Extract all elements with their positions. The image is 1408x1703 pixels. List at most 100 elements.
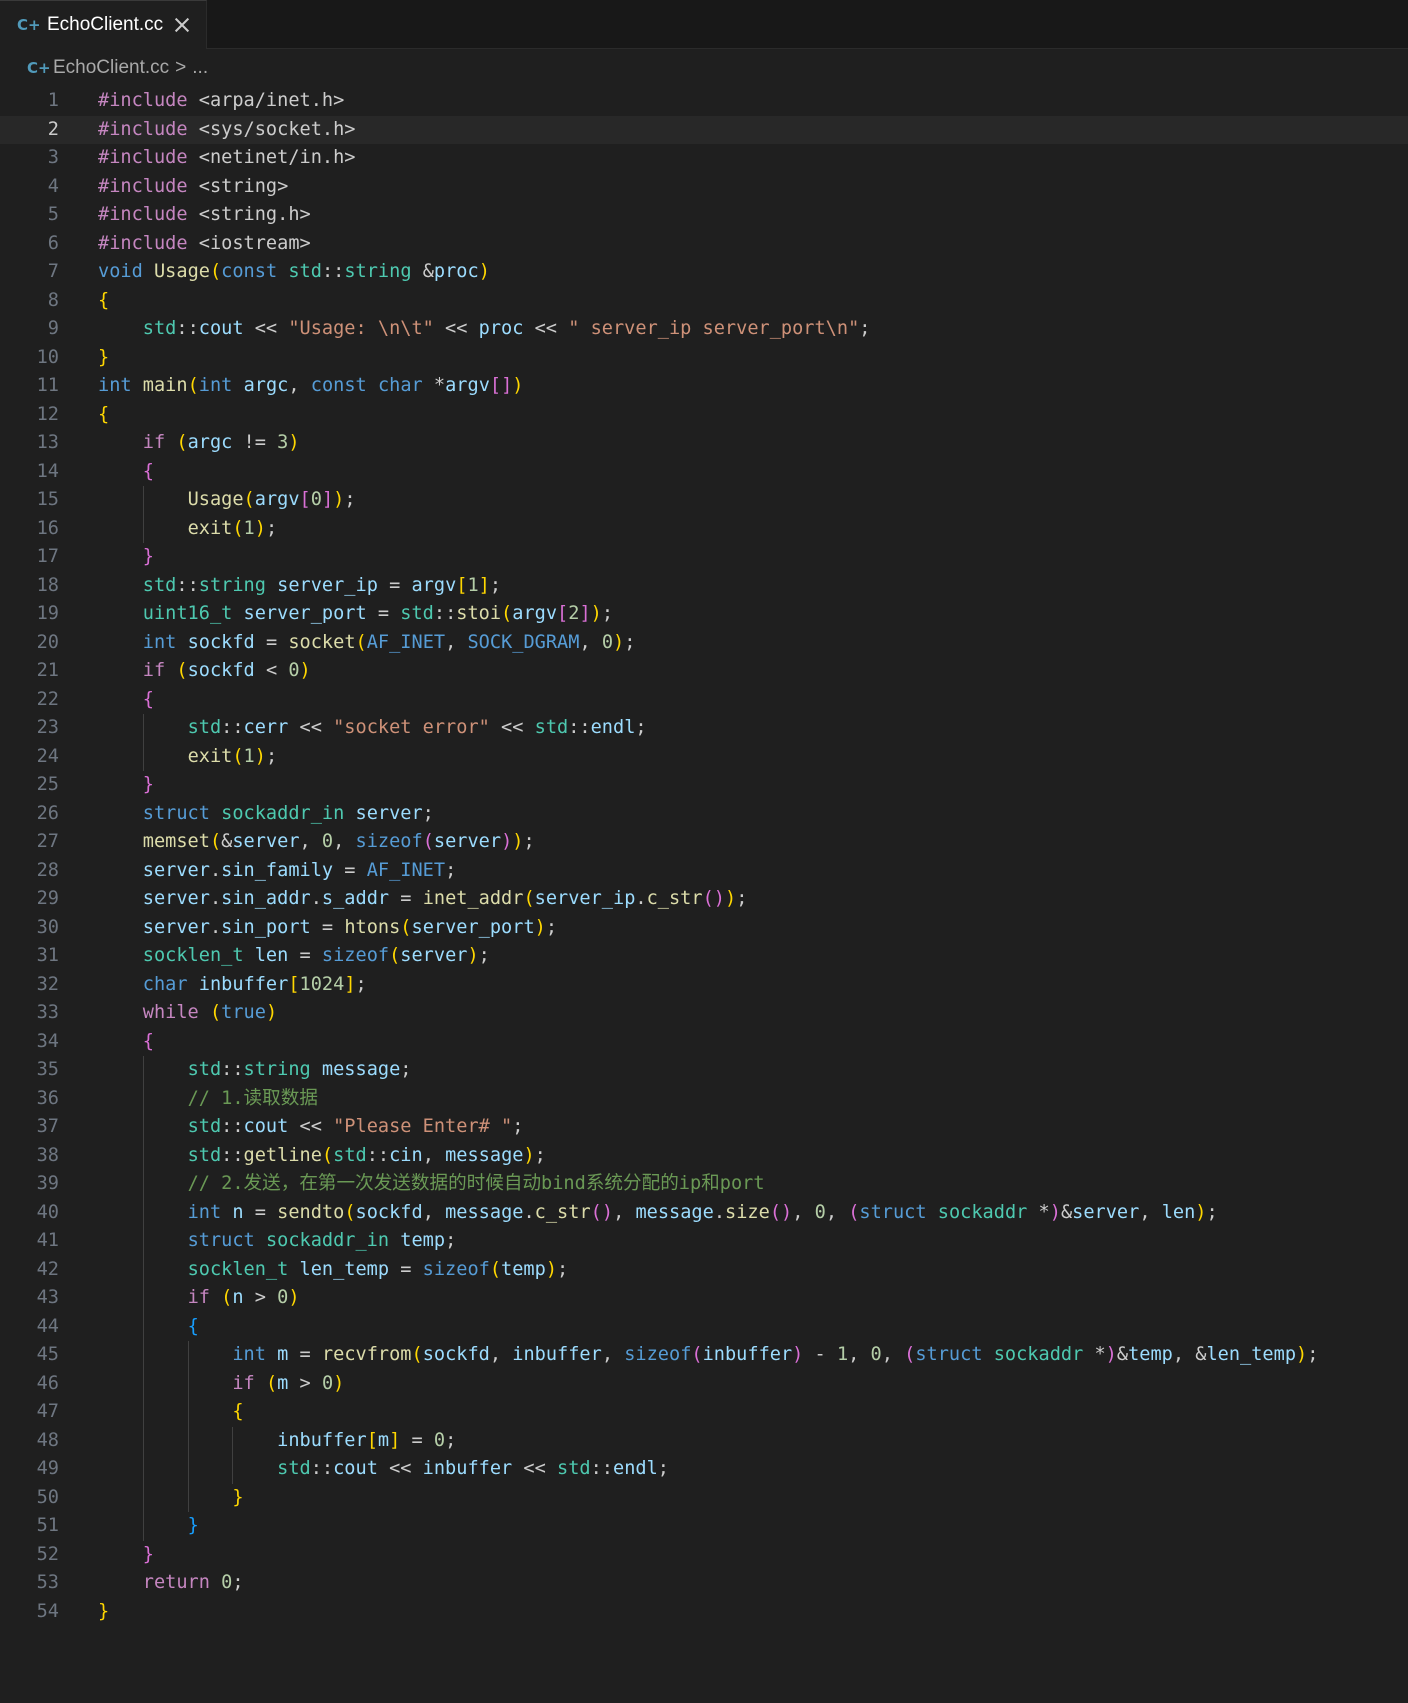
code-editor[interactable]: 1 #include <arpa/inet.h> 2 #include <sys/so… <box>0 87 1408 1626</box>
code-line[interactable]: 26 struct sockaddr_in server; <box>0 800 1408 829</box>
code-line[interactable]: 29 server.sin_addr.s_addr = inet_addr(se… <box>0 885 1408 914</box>
code-line[interactable]: 52 } <box>0 1541 1408 1570</box>
code-line[interactable]: 50 } <box>0 1484 1408 1513</box>
line-number: 45 <box>36 1344 59 1365</box>
breadcrumb-file[interactable]: EchoClient.cc <box>53 57 169 79</box>
code-line[interactable]: 41 struct sockaddr_in temp; <box>0 1227 1408 1256</box>
line-code: std::cerr << "socket error" << std::endl… <box>187 717 647 738</box>
line-code: { <box>142 1030 154 1052</box>
line-number: 23 <box>36 717 59 738</box>
line-number: 29 <box>36 888 59 909</box>
line-number: 44 <box>36 1315 59 1337</box>
code-line[interactable]: 4 #include <string> <box>0 173 1408 202</box>
cpp-file-icon: C+ <box>17 16 41 34</box>
line-code: struct sockaddr_in server; <box>142 802 434 824</box>
code-line[interactable]: 27 memset(&server, 0, sizeof(server)); <box>0 828 1408 857</box>
line-code: } <box>187 1515 199 1536</box>
line-code: } <box>142 1543 154 1565</box>
line-code: socklen_t len = sizeof(server); <box>142 945 490 966</box>
line-number: 15 <box>36 489 59 510</box>
code-line[interactable]: 54} <box>0 1598 1408 1627</box>
code-line[interactable]: 49 std::cout << inbuffer << std::endl; <box>0 1455 1408 1484</box>
line-number: 34 <box>36 1030 59 1052</box>
code-line[interactable]: 40 int n = sendto(sockfd, message.c_str(… <box>0 1199 1408 1228</box>
code-line[interactable]: 3 #include <netinet/in.h> <box>0 144 1408 173</box>
line-code: server.sin_family = AF_INET; <box>142 859 457 881</box>
line-code: #include <netinet/in.h> <box>98 147 356 168</box>
code-line[interactable]: 11 int main(int argc, const char *argv[]) <box>0 372 1408 401</box>
code-line[interactable]: 31 socklen_t len = sizeof(server); <box>0 942 1408 971</box>
line-number: 18 <box>36 574 59 596</box>
code-line[interactable]: 44 { <box>0 1313 1408 1342</box>
line-code: } <box>98 1600 110 1622</box>
code-line[interactable]: 36 // 1.读取数据 <box>0 1085 1408 1114</box>
indent-guide <box>187 1341 189 1512</box>
code-line[interactable]: 28 server.sin_family = AF_INET; <box>0 857 1408 886</box>
line-code: return 0; <box>142 1572 244 1593</box>
code-line[interactable]: 9 std::cout << "Usage: \n\t" << proc << … <box>0 315 1408 344</box>
code-line[interactable]: 35 std::string message; <box>0 1056 1408 1085</box>
tab-echoclient[interactable]: C+ EchoClient.cc <box>0 0 208 49</box>
indent-guide <box>142 486 144 543</box>
breadcrumb-more[interactable]: ... <box>192 57 208 79</box>
code-line[interactable]: 25 } <box>0 771 1408 800</box>
code-line[interactable]: 23 std::cerr << "socket error" << std::e… <box>0 714 1408 743</box>
code-line[interactable]: 13 if (argc != 3) <box>0 429 1408 458</box>
code-line[interactable]: 10} <box>0 344 1408 373</box>
code-line[interactable]: 24 exit(1); <box>0 743 1408 772</box>
code-line[interactable]: 2 #include <sys/socket.h> <box>0 115 1408 144</box>
code-line[interactable]: 34 { <box>0 1028 1408 1057</box>
code-line[interactable]: 47 { <box>0 1398 1408 1427</box>
indent-guide <box>142 714 144 771</box>
line-number: 10 <box>36 346 59 368</box>
code-line[interactable]: 19 uint16_t server_port = std::stoi(argv… <box>0 600 1408 629</box>
code-line[interactable]: 8{ <box>0 287 1408 316</box>
code-line[interactable]: 48 inbuffer[m] = 0; <box>0 1427 1408 1456</box>
line-code: // 1.读取数据 <box>187 1087 318 1109</box>
indent-guide <box>142 1056 144 1541</box>
line-number: 37 <box>36 1116 59 1137</box>
cpp-file-icon: C+ <box>27 59 51 77</box>
code-line[interactable]: 38 std::getline(std::cin, message); <box>0 1142 1408 1171</box>
code-line[interactable]: 12 { <box>0 401 1408 430</box>
line-number: 9 <box>47 318 59 339</box>
code-line[interactable]: 53 return 0; <box>0 1569 1408 1598</box>
code-line[interactable]: 30 server.sin_port = htons(server_port); <box>0 914 1408 943</box>
code-line[interactable]: 51 } <box>0 1512 1408 1541</box>
line-number: 35 <box>36 1059 59 1080</box>
code-line[interactable]: 7 void Usage(const std::string &proc) <box>0 258 1408 287</box>
code-line[interactable]: 1 #include <arpa/inet.h> <box>0 87 1408 116</box>
code-line[interactable]: 5 #include <string.h> <box>0 201 1408 230</box>
code-line[interactable]: 32 char inbuffer[1024]; <box>0 971 1408 1000</box>
line-code: exit(1); <box>187 745 278 767</box>
line-number: 31 <box>36 945 59 966</box>
line-code: #include <arpa/inet.h> <box>98 90 345 111</box>
code-line[interactable]: 6 #include <iostream> <box>0 230 1408 259</box>
line-number: 26 <box>36 802 59 824</box>
line-code: server.sin_port = htons(server_port); <box>142 916 558 938</box>
code-line[interactable]: 42 socklen_t len_temp = sizeof(temp); <box>0 1256 1408 1285</box>
code-line[interactable]: 14 { <box>0 458 1408 487</box>
code-line[interactable]: 22 { <box>0 686 1408 715</box>
code-line[interactable]: 18 std::string server_ip = argv[1]; <box>0 572 1408 601</box>
code-line[interactable]: 17 } <box>0 543 1408 572</box>
code-line[interactable]: 33 while (true) <box>0 999 1408 1028</box>
line-code: if (m > 0) <box>232 1372 345 1394</box>
code-line[interactable]: 15 Usage(argv[0]); <box>0 486 1408 515</box>
line-number: 36 <box>36 1087 59 1109</box>
code-line[interactable]: 45 int m = recvfrom(sockfd, inbuffer, si… <box>0 1341 1408 1370</box>
line-number: 11 <box>36 375 59 396</box>
line-number: 38 <box>36 1144 59 1166</box>
line-number: 12 <box>36 403 59 425</box>
code-line[interactable]: 46 if (m > 0) <box>0 1370 1408 1399</box>
code-line[interactable]: 16 exit(1); <box>0 515 1408 544</box>
code-line[interactable]: 39 // 2.发送，在第一次发送数据的时候自动bind系统分配的ip和port <box>0 1170 1408 1199</box>
code-line[interactable]: 21 if (sockfd < 0) <box>0 657 1408 686</box>
line-code: int m = recvfrom(sockfd, inbuffer, sizeo… <box>232 1344 1319 1365</box>
code-line[interactable]: 43 if (n > 0) <box>0 1284 1408 1313</box>
code-line[interactable]: 37 std::cout << "Please Enter# "; <box>0 1113 1408 1142</box>
line-number: 39 <box>36 1173 59 1194</box>
close-icon[interactable] <box>173 16 191 34</box>
line-code: std::string message; <box>187 1059 412 1080</box>
code-line[interactable]: 20 int sockfd = socket(AF_INET, SOCK_DGR… <box>0 629 1408 658</box>
